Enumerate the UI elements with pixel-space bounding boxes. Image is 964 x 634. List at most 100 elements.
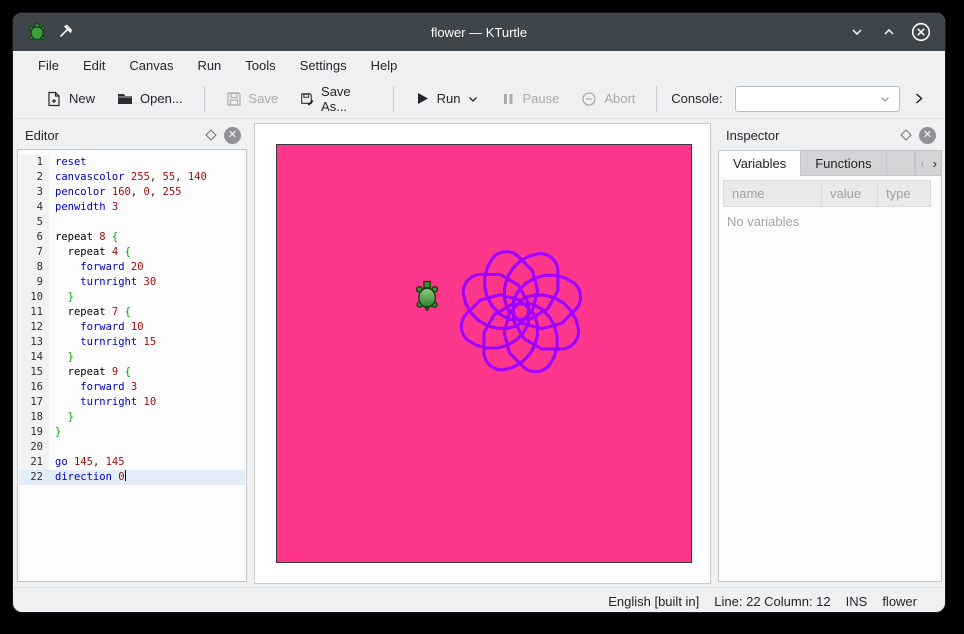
float-diamond-icon [900,129,911,140]
status-insert-mode: INS [846,594,868,609]
line-number: 18 [19,410,49,425]
menu-settings[interactable]: Settings [289,55,358,76]
editor-line-19[interactable]: 19} [19,425,245,440]
editor-float-button[interactable] [207,131,215,139]
column-header-type[interactable]: type [878,181,930,206]
close-button[interactable] [911,22,931,42]
editor-line-16[interactable]: 16 forward 3 [19,380,245,395]
inspector-float-button[interactable] [902,131,910,139]
editor-line-9[interactable]: 9 turnright 30 [19,275,245,290]
new-button[interactable]: New [37,86,104,112]
inspector-tabs: VariablesFunctions‹› [718,149,942,176]
close-icon: ✕ [224,127,241,144]
editor-line-8[interactable]: 8 forward 20 [19,260,245,275]
editor-close-button[interactable]: ✕ [224,127,241,144]
window-title: flower — KTurtle [13,25,945,40]
editor-line-4[interactable]: 4penwidth 3 [19,200,245,215]
chevron-up-icon [882,25,896,39]
pause-button[interactable]: Pause [492,86,568,111]
editor-line-21[interactable]: 21go 145, 145 [19,455,245,470]
editor-line-22[interactable]: 22direction 0 [19,470,245,485]
menu-tools[interactable]: Tools [234,55,286,76]
editor-dock-title: Editor [25,128,59,143]
editor-lines[interactable]: 1reset2canvascolor 255, 55, 1403pencolor… [19,151,245,580]
run-button[interactable]: Run [406,86,489,111]
inspector-dock-header[interactable]: Inspector ✕ [716,123,944,147]
editor-line-15[interactable]: 15 repeat 9 { [19,365,245,380]
menu-help[interactable]: Help [360,55,409,76]
editor-dock-header[interactable]: Editor ✕ [15,123,249,147]
inspector-close-button[interactable]: ✕ [919,127,936,144]
line-code: } [49,425,245,440]
tab-scroll-right-icon[interactable]: › [933,157,937,170]
line-code: forward 10 [49,320,245,335]
tab-variables[interactable]: Variables [718,150,801,176]
canvas-view[interactable] [254,123,711,584]
line-number: 10 [19,290,49,305]
line-number: 6 [19,230,49,245]
menu-canvas[interactable]: Canvas [118,55,184,76]
editor-line-2[interactable]: 2canvascolor 255, 55, 140 [19,170,245,185]
menu-file[interactable]: File [27,55,70,76]
toolbar-separator [204,86,205,112]
editor-line-6[interactable]: 6repeat 8 { [19,230,245,245]
save-as-button[interactable]: Save As... [291,79,381,119]
line-number: 22 [19,470,49,485]
menu-run[interactable]: Run [186,55,232,76]
editor-line-11[interactable]: 11 repeat 7 { [19,305,245,320]
statusbar: English [built in] Line: 22 Column: 12 I… [13,587,945,613]
editor-line-20[interactable]: 20 [19,440,245,455]
column-header-name[interactable]: name [724,181,822,206]
new-document-icon [46,91,62,107]
chevron-right-icon [912,92,925,105]
text-caret [125,470,127,481]
variables-table-header: namevaluetype [723,180,931,207]
line-number: 5 [19,215,49,230]
console-label: Console: [671,91,722,106]
toolbar-overflow-button[interactable] [904,88,933,109]
line-number: 14 [19,350,49,365]
line-code: repeat 4 { [49,245,245,260]
editor-line-7[interactable]: 7 repeat 4 { [19,245,245,260]
close-icon [911,22,931,42]
turtle-canvas[interactable] [276,144,692,563]
editor-line-3[interactable]: 3pencolor 160, 0, 255 [19,185,245,200]
menu-edit[interactable]: Edit [72,55,116,76]
editor-line-17[interactable]: 17 turnright 10 [19,395,245,410]
minimize-button[interactable] [847,22,867,42]
line-code: canvascolor 255, 55, 140 [49,170,245,185]
line-code: penwidth 3 [49,200,245,215]
kturtle-window: flower — KTurtle [12,12,946,613]
editor-line-12[interactable]: 12 forward 10 [19,320,245,335]
maximize-button[interactable] [879,22,899,42]
chevron-down-icon [850,25,864,39]
tab-scroll-buttons: ‹› [915,150,942,176]
editor-line-10[interactable]: 10 } [19,290,245,305]
editor-line-13[interactable]: 13 turnright 15 [19,335,245,350]
line-code: repeat 7 { [49,305,245,320]
run-dropdown-chevron-icon[interactable] [467,93,479,105]
titlebar[interactable]: flower — KTurtle [13,13,945,51]
line-number: 11 [19,305,49,320]
tab-functions[interactable]: Functions [800,150,886,176]
pin-icon[interactable] [57,24,73,40]
run-button-label: Run [437,91,461,106]
abort-button[interactable]: Abort [572,86,644,112]
tabbar-filler [886,150,916,176]
line-code: direction 0 [49,470,245,485]
line-number: 1 [19,155,49,170]
line-number: 9 [19,275,49,290]
column-header-value[interactable]: value [822,181,878,206]
line-code: } [49,350,245,365]
editor-line-18[interactable]: 18 } [19,410,245,425]
console-combobox[interactable] [735,86,900,112]
editor-line-1[interactable]: 1reset [19,155,245,170]
code-editor[interactable]: 1reset2canvascolor 255, 55, 1403pencolor… [17,149,247,582]
tab-scroll-left-icon[interactable]: ‹ [920,157,924,170]
editor-line-5[interactable]: 5 [19,215,245,230]
editor-line-14[interactable]: 14 } [19,350,245,365]
line-number: 8 [19,260,49,275]
line-number: 3 [19,185,49,200]
save-button[interactable]: Save [217,86,288,112]
open-button[interactable]: Open... [108,86,192,112]
